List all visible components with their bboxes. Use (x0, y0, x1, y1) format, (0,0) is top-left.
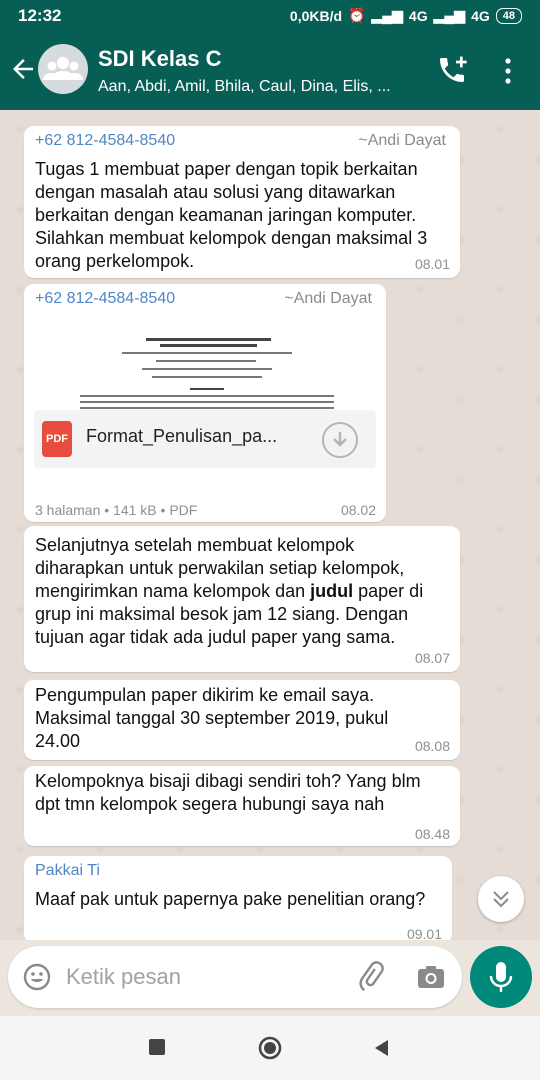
sender-alias: ~Andi Dayat (284, 290, 372, 307)
battery-icon: 48 (495, 7, 522, 24)
status-indicators: 0,0KB/d ⏰ ▂▄▆ 4G ▂▄▆ 4G 48 (290, 7, 522, 24)
message-time: 08.48 (414, 826, 450, 842)
attach-icon[interactable] (354, 960, 386, 992)
add-call-icon[interactable] (436, 54, 468, 86)
mic-icon[interactable] (470, 946, 532, 1008)
message-line: Kelompoknya bisaji dibagi sendiri toh? Y… (35, 771, 421, 791)
message-line: 24.00 (35, 731, 81, 751)
message-text-part: paper di (353, 581, 424, 601)
message-text: Tugas 1 membuat paper dengan topik berka… (35, 158, 427, 273)
network-type-1: 4G (408, 7, 428, 24)
message-time: 08.02 (340, 502, 376, 518)
camera-icon[interactable] (416, 962, 446, 992)
message-input[interactable]: Ketik pesan (66, 964, 181, 990)
message-text: Kelompoknya bisaji dibagi sendiri toh? Y… (35, 770, 421, 816)
pdf-icon: PDF (42, 421, 72, 457)
message-bubble[interactable]: Pakkai Ti Maaf pak untuk papernya pake p… (24, 856, 452, 940)
message-text: Maaf pak untuk papernya pake penelitian … (35, 888, 425, 911)
status-bar: 12:32 0,0KB/d ⏰ ▂▄▆ 4G ▂▄▆ 4G 48 (0, 0, 540, 32)
message-line: Pengumpulan paper dikirim ke email saya. (35, 685, 375, 705)
message-line: Maksimal tanggal 30 september 2019, puku… (35, 708, 389, 728)
group-avatar-icon[interactable] (38, 44, 88, 94)
message-time: 08.07 (414, 650, 450, 666)
emoji-icon[interactable] (22, 962, 52, 992)
document-preview[interactable] (34, 316, 376, 410)
more-vert-icon[interactable] (496, 56, 520, 86)
network-speed: 0,0KB/d (289, 7, 343, 24)
message-text-part: mengirimkan nama kelompok dan (35, 581, 311, 601)
system-nav-bar (0, 1016, 540, 1080)
file-name[interactable]: Format_Penulisan_pa... (86, 426, 316, 447)
chat-header: SDI Kelas C Aan, Abdi, Amil, Bhila, Caul… (0, 32, 540, 110)
file-meta: 3 halaman • 141 kB • PDF (35, 502, 198, 518)
message-text: Pengumpulan paper dikirim ke email saya.… (35, 684, 388, 753)
message-bubble[interactable]: Selanjutnya setelah membuat kelompok dih… (24, 526, 460, 672)
message-input-bar[interactable]: Ketik pesan (8, 946, 462, 1008)
status-time: 12:32 (18, 6, 62, 25)
message-time: 08.08 (414, 738, 450, 754)
message-line: Silahkan membuat kelompok dengan maksima… (35, 228, 428, 248)
sender-phone[interactable]: +62 812-4584-8540 (35, 290, 175, 308)
group-members[interactable]: Aan, Abdi, Amil, Bhila, Caul, Dina, Elis… (98, 78, 418, 96)
message-bold-word: judul (310, 581, 354, 601)
scroll-down-icon[interactable] (478, 876, 524, 922)
message-line: tujuan agar tidak ada judul paper yang s… (35, 627, 396, 647)
message-time: 09.01 (406, 926, 442, 940)
nav-back-icon[interactable] (372, 1038, 390, 1058)
nav-home-icon[interactable] (258, 1036, 282, 1060)
alarm-icon: ⏰ (348, 7, 366, 23)
document-message-bubble[interactable]: +62 812-4584-8540 ~Andi Dayat PDF Format… (24, 284, 386, 522)
back-arrow-icon[interactable] (8, 54, 38, 84)
message-bubble[interactable]: +62 812-4584-8540 ~Andi Dayat Tugas 1 me… (24, 126, 460, 278)
message-line: berkaitan dengan keamanan jaringan kompu… (35, 205, 417, 225)
message-time: 08.01 (414, 256, 450, 272)
sender-name[interactable]: Pakkai Ti (35, 862, 100, 880)
download-icon[interactable] (322, 422, 358, 458)
message-bubble[interactable]: Kelompoknya bisaji dibagi sendiri toh? Y… (24, 766, 460, 846)
sender-alias: ~Andi Dayat (358, 132, 446, 149)
message-line: grup ini maksimal besok jam 12 siang. De… (35, 604, 409, 624)
message-line: dpt tmn kelompok segera hubungi saya nah (35, 794, 385, 814)
group-title[interactable]: SDI Kelas C (98, 46, 222, 72)
nav-recent-icon[interactable] (148, 1038, 166, 1056)
signal-icon-2: ▂▄▆ (433, 7, 466, 23)
message-line: Selanjutnya setelah membuat kelompok (35, 535, 355, 555)
message-line: diharapkan untuk perwakilan setiap kelom… (35, 558, 405, 578)
sender-phone[interactable]: +62 812-4584-8540 (35, 132, 175, 150)
message-line: Tugas 1 membuat paper dengan topik berka… (35, 159, 418, 179)
network-type-2: 4G (471, 7, 490, 24)
chat-area[interactable]: +62 812-4584-8540 ~Andi Dayat Tugas 1 me… (0, 110, 540, 940)
message-text: Selanjutnya setelah membuat kelompok dih… (35, 534, 423, 649)
message-line: orang perkelompok. (35, 251, 195, 271)
message-bubble[interactable]: Pengumpulan paper dikirim ke email saya.… (24, 680, 460, 760)
message-line: mengirimkan nama kelompok dan judul pape… (35, 580, 423, 603)
message-line: Maaf pak untuk papernya pake penelitian … (35, 889, 426, 909)
message-line: dengan masalah atau solusi yang ditawark… (35, 182, 396, 202)
signal-icon: ▂▄▆ (371, 7, 403, 23)
file-row[interactable]: PDF Format_Penulisan_pa... (34, 410, 376, 468)
